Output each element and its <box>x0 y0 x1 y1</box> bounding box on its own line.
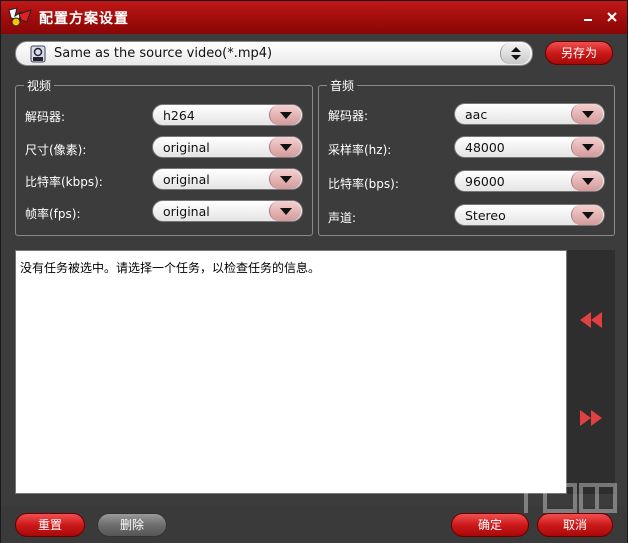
audio-bitrate-value: 96000 <box>465 174 505 189</box>
task-info-panel[interactable]: 没有任务被选中。请选择一个任务，以检查任务的信息。 <box>15 250 567 494</box>
collapse-left-icon[interactable] <box>577 310 605 330</box>
chevron-down-icon[interactable] <box>269 137 301 157</box>
audio-samplerate-value: 48000 <box>465 140 505 155</box>
audio-bitrate-label: 比特率(bps): <box>328 177 399 191</box>
audio-codec-label: 解码器: <box>328 109 369 123</box>
video-group-title: 视频 <box>24 77 55 94</box>
title-bar[interactable]: 配置方案设置 <box>1 1 627 34</box>
audio-channel-dropdown[interactable]: Stereo <box>454 204 605 226</box>
expand-right-icon[interactable] <box>577 408 605 428</box>
side-nav-panel <box>567 250 615 494</box>
video-codec-value: h264 <box>163 108 195 123</box>
audio-samplerate-label: 采样率(hz): <box>328 143 392 157</box>
minimize-icon[interactable] <box>581 10 595 24</box>
video-codec-label: 解码器: <box>25 110 66 124</box>
video-size-dropdown[interactable]: original <box>152 136 303 158</box>
audio-channel-value: Stereo <box>465 208 506 223</box>
mp4-file-icon <box>30 45 46 63</box>
audio-codec-dropdown[interactable]: aac <box>454 103 605 125</box>
video-size-label: 尺寸(像素): <box>25 143 87 157</box>
profile-selected-value: Same as the source video(*.mp4) <box>54 46 273 61</box>
task-info-message: 没有任务被选中。请选择一个任务，以检查任务的信息。 <box>20 261 321 275</box>
video-bitrate-label: 比特率(kbps): <box>25 175 103 189</box>
profile-updown-button[interactable] <box>500 43 530 64</box>
app-logo-icon <box>8 7 32 27</box>
video-size-value: original <box>163 140 210 155</box>
audio-group-title: 音频 <box>327 77 358 94</box>
chevron-down-icon[interactable] <box>571 137 603 157</box>
video-framerate-value: original <box>163 204 210 219</box>
video-group: 视频 解码器: h264 尺寸(像素): original 比特率(kbps):… <box>15 77 313 236</box>
audio-group: 音频 解码器: aac 采样率(hz): 48000 比特率(bps): 960… <box>318 77 615 236</box>
window-title: 配置方案设置 <box>39 11 129 27</box>
video-bitrate-dropdown[interactable]: original <box>152 168 303 190</box>
video-framerate-dropdown[interactable]: original <box>152 200 303 222</box>
video-codec-dropdown[interactable]: h264 <box>152 104 303 126</box>
chevron-down-icon[interactable] <box>571 205 603 225</box>
audio-codec-value: aac <box>465 107 488 122</box>
audio-samplerate-dropdown[interactable]: 48000 <box>454 136 605 158</box>
profile-settings-window: 配置方案设置 Same as the source video(*.mp4) 另… <box>0 0 628 543</box>
delete-button[interactable]: 删除 <box>97 513 167 537</box>
chevron-down-icon[interactable] <box>571 104 603 124</box>
audio-bitrate-dropdown[interactable]: 96000 <box>454 170 605 192</box>
audio-channel-label: 声道: <box>328 211 357 225</box>
watermark-logo-icon <box>513 483 617 513</box>
video-framerate-label: 帧率(fps): <box>25 207 81 221</box>
video-bitrate-value: original <box>163 172 210 187</box>
chevron-down-icon[interactable] <box>571 171 603 191</box>
chevron-down-icon[interactable] <box>269 169 301 189</box>
close-icon[interactable] <box>605 10 619 24</box>
chevron-down-icon[interactable] <box>269 201 301 221</box>
profile-select[interactable]: Same as the source video(*.mp4) <box>15 41 533 66</box>
save-as-button[interactable]: 另存为 <box>545 41 613 65</box>
reset-button[interactable]: 重置 <box>15 513 85 537</box>
chevron-down-icon[interactable] <box>269 105 301 125</box>
updown-arrow-icon <box>511 47 521 60</box>
